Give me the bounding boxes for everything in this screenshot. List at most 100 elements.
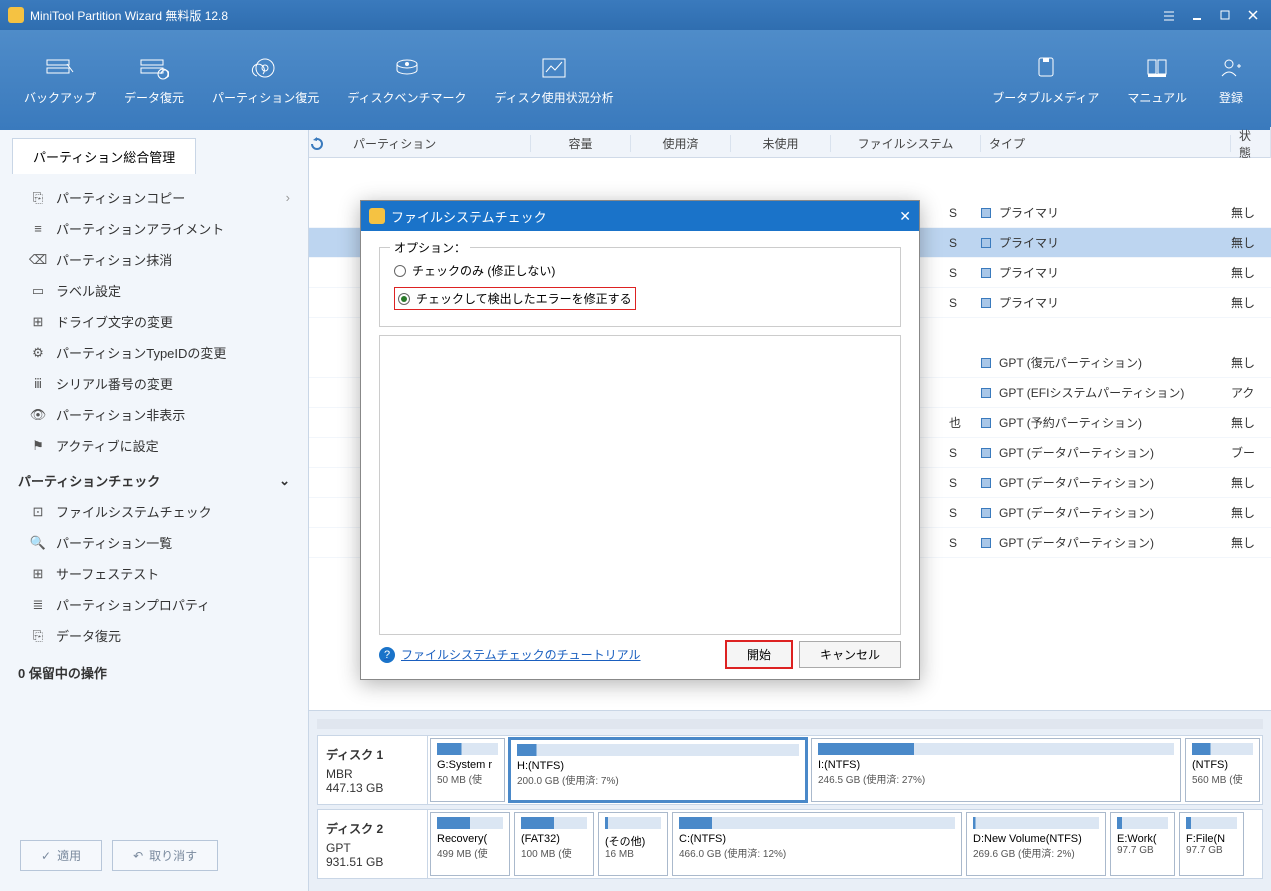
th-free[interactable]: 未使用	[731, 135, 831, 152]
partition-name: (FAT32)	[521, 833, 587, 845]
horizontal-scrollbar[interactable]	[317, 719, 1263, 729]
disk-map: ディスク 1MBR447.13 GBG:System r50 MB (使H:(N…	[309, 710, 1271, 891]
type-color-icon	[981, 478, 991, 488]
sidebar: パーティション総合管理 ⎘パーティションコピー› ≡ パーティションアライメント ⌫パ…	[0, 130, 309, 891]
close-icon[interactable]	[1243, 5, 1263, 25]
sidebar-item[interactable]: ⊡ファイルシステムチェック	[0, 496, 308, 527]
sidebar-item-label: データ復元	[56, 626, 121, 645]
sidebar-item-label: パーティションアライメント	[56, 219, 224, 238]
dialog-title: ファイルシステムチェック	[391, 207, 547, 226]
disk-usage-button[interactable]: ディスク使用状況分析	[494, 55, 613, 106]
register-icon	[1215, 55, 1247, 81]
partition-info: 560 MB (使	[1192, 771, 1253, 786]
refresh-button[interactable]	[309, 136, 345, 152]
sidebar-item[interactable]: 👁パーティション非表示	[0, 399, 308, 430]
sidebar-icon: ⅲ	[30, 376, 46, 392]
partition-info: 499 MB (使	[437, 845, 503, 860]
sidebar-item[interactable]: ⌫パーティション抹消	[0, 244, 308, 275]
partition-block[interactable]: F:File(N97.7 GB	[1179, 812, 1244, 876]
th-used[interactable]: 使用済	[631, 135, 731, 152]
start-button[interactable]: 開始	[725, 640, 793, 669]
partition-info: 100 MB (使	[521, 845, 587, 860]
partition-block[interactable]: H:(NTFS)200.0 GB (使用済: 7%)	[509, 738, 807, 802]
cell-type: GPT (復元パーティション)	[981, 354, 1231, 371]
partition-info: 246.5 GB (使用済: 27%)	[818, 771, 1174, 786]
partition-block[interactable]: C:(NTFS)466.0 GB (使用済: 12%)	[672, 812, 962, 876]
sidebar-item-label: パーティション非表示	[56, 405, 185, 424]
partition-recovery-label: パーティション復元	[212, 89, 319, 106]
partition-info: 200.0 GB (使用済: 7%)	[517, 772, 799, 787]
radio-check-only[interactable]: チェックのみ (修正しない)	[394, 262, 886, 279]
sidebar-icon: ⊞	[30, 566, 46, 582]
sidebar-item[interactable]: ⎘パーティションコピー›	[0, 182, 308, 213]
sidebar-item[interactable]: ▭ラベル設定	[0, 275, 308, 306]
cell-status: 無し	[1231, 354, 1271, 371]
usage-bar	[1117, 817, 1168, 829]
minimize-icon[interactable]	[1187, 5, 1207, 25]
sidebar-item[interactable]: ⊞ サーフェステスト	[0, 558, 308, 589]
usage-bar	[1192, 743, 1253, 755]
th-fs[interactable]: ファイルシステム	[831, 135, 981, 152]
partition-recovery-button[interactable]: パーティション復元	[212, 55, 319, 106]
usage-bar	[973, 817, 1099, 829]
sidebar-item[interactable]: ≡ パーティションアライメント	[0, 213, 308, 244]
partition-block[interactable]: I:(NTFS)246.5 GB (使用済: 27%)	[811, 738, 1181, 802]
type-color-icon	[981, 448, 991, 458]
disk-benchmark-button[interactable]: ディスクベンチマーク	[347, 55, 466, 106]
type-color-icon	[981, 298, 991, 308]
sidebar-icon: ≡	[30, 221, 46, 237]
cell-type: プライマリ	[981, 234, 1231, 251]
register-button[interactable]: 登録	[1215, 55, 1247, 106]
sidebar-item[interactable]: ⚙パーティションTypeIDの変更	[0, 337, 308, 368]
help-link[interactable]: ? ファイルシステムチェックのチュートリアル	[379, 646, 641, 663]
sidebar-item[interactable]: ⅲ シリアル番号の変更	[0, 368, 308, 399]
register-label: 登録	[1219, 89, 1243, 106]
sidebar-tab[interactable]: パーティション総合管理	[12, 138, 196, 174]
partition-block[interactable]: G:System r50 MB (使	[430, 738, 505, 802]
partition-block[interactable]: D:New Volume(NTFS)269.6 GB (使用済: 2%)	[966, 812, 1106, 876]
chevron-right-icon: ›	[286, 190, 290, 205]
th-type[interactable]: タイプ	[981, 135, 1231, 152]
dialog-logo-icon	[369, 208, 385, 224]
partition-block[interactable]: (FAT32)100 MB (使	[514, 812, 594, 876]
options-group: オプション： チェックのみ (修正しない) チェックして検出したエラーを修正する	[379, 247, 901, 327]
menu-icon[interactable]	[1159, 5, 1179, 25]
sidebar-item[interactable]: 🔍パーティション一覧	[0, 527, 308, 558]
sidebar-item-label: サーフェステスト	[56, 564, 159, 583]
disk-label: ディスク 2GPT931.51 GB	[318, 810, 428, 878]
cell-fs: S	[941, 536, 981, 550]
backup-button[interactable]: バックアップ	[24, 55, 96, 106]
partition-block[interactable]: E:Work(97.7 GB	[1110, 812, 1175, 876]
cell-fs: S	[941, 296, 981, 310]
sidebar-item[interactable]: ⎘データ復元	[0, 620, 308, 651]
apply-button[interactable]: ✓適用	[20, 840, 102, 871]
usage-bar	[521, 817, 587, 829]
sidebar-item[interactable]: ⚑アクティブに設定	[0, 430, 308, 461]
th-status[interactable]: 状態	[1231, 127, 1271, 161]
radio-check-and-fix[interactable]: チェックして検出したエラーを修正する	[394, 287, 636, 310]
undo-button[interactable]: ↶取り消す	[112, 840, 218, 871]
filesystem-check-dialog: ファイルシステムチェック ✕ オプション： チェックのみ (修正しない) チェッ…	[360, 200, 920, 680]
bootable-media-button[interactable]: ブータブルメディア	[992, 55, 1099, 106]
th-capacity[interactable]: 容量	[531, 135, 631, 152]
cancel-button[interactable]: キャンセル	[799, 641, 901, 668]
bootable-media-icon	[1030, 55, 1062, 81]
cell-status: 無し	[1231, 414, 1271, 431]
cell-status: 無し	[1231, 294, 1271, 311]
manual-button[interactable]: マニュアル	[1127, 55, 1187, 106]
sidebar-item[interactable]: ≣パーティションプロパティ	[0, 589, 308, 620]
th-partition[interactable]: パーティション	[345, 135, 531, 152]
data-recovery-button[interactable]: データ復元	[124, 55, 184, 106]
partition-name: F:File(N	[1186, 833, 1237, 845]
partition-block[interactable]: Recovery(499 MB (使	[430, 812, 510, 876]
maximize-icon[interactable]	[1215, 5, 1235, 25]
sidebar-item[interactable]: ⊞ドライブ文字の変更	[0, 306, 308, 337]
partition-block[interactable]: (NTFS)560 MB (使	[1185, 738, 1260, 802]
partition-block[interactable]: (その他)16 MB	[598, 812, 668, 876]
sidebar-item-label: シリアル番号の変更	[56, 374, 173, 393]
dialog-close-button[interactable]: ✕	[899, 208, 911, 225]
sidebar-section-check[interactable]: パーティションチェック ⌄	[0, 461, 308, 496]
partition-name: C:(NTFS)	[679, 833, 955, 845]
sidebar-item-label: パーティション一覧	[56, 533, 172, 552]
cell-status: アク	[1231, 384, 1271, 401]
